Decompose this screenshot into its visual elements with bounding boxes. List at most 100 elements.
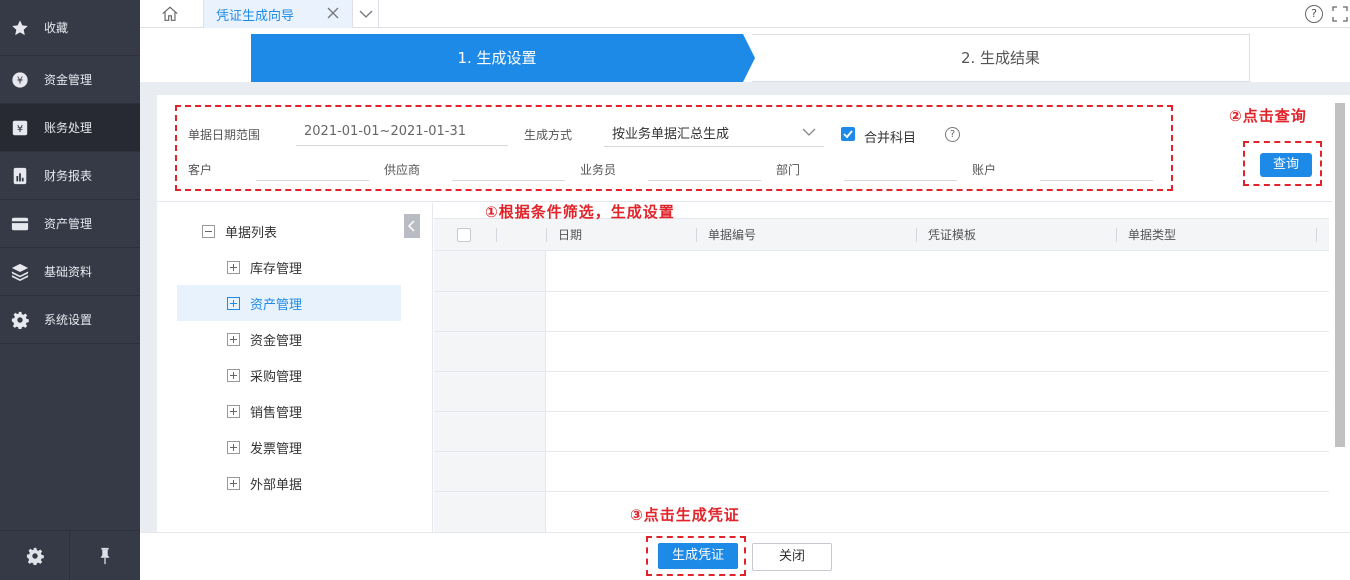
settings-button[interactable] [0, 531, 70, 580]
method-label: 生成方式 [524, 128, 573, 142]
expand-icon[interactable] [227, 260, 240, 274]
annotation-filter: ①根据条件筛选，生成设置 [485, 203, 675, 221]
scrollbar-thumb[interactable] [1335, 103, 1345, 447]
document-grid: 日期 单据编号 凭证模板 单据类型 ①根据条件筛选，生成设置 [434, 203, 1329, 532]
expand-icon[interactable] [227, 440, 240, 454]
salesperson-field[interactable] [648, 161, 761, 181]
home-button[interactable] [158, 4, 182, 24]
ledger-icon: ¥ [10, 118, 30, 138]
window-tools: ? [1290, 4, 1350, 24]
tree-item-label: 外部单据 [250, 477, 303, 493]
vertical-scrollbar[interactable] [1332, 95, 1350, 532]
sidebar-footer [0, 530, 140, 580]
column-header-date[interactable]: 日期 [546, 219, 582, 251]
merge-checkbox[interactable] [841, 127, 855, 141]
department-label: 部门 [776, 163, 801, 177]
sidebar-item-asset[interactable]: 资产管理 [0, 200, 140, 248]
step-label: 2. 生成结果 [960, 49, 1041, 67]
tree-item[interactable]: 资产管理 [177, 285, 401, 321]
customer-field[interactable] [256, 161, 369, 181]
tab-voucher-wizard[interactable]: 凭证生成向导 [203, 0, 353, 28]
date-range-label: 单据日期范围 [188, 128, 261, 142]
asset-icon [10, 214, 30, 234]
sidebar-item-favorites[interactable]: 收藏 [0, 0, 140, 56]
tree-root[interactable]: 单据列表 [202, 213, 426, 249]
annotation-generate: ③点击生成凭证 [630, 506, 740, 524]
tree-root-label: 单据列表 [225, 225, 278, 241]
table-row [434, 451, 1329, 452]
fullscreen-icon[interactable] [1332, 6, 1348, 22]
account-label: 账户 [972, 163, 997, 177]
expand-icon[interactable] [227, 476, 240, 490]
svg-text:¥: ¥ [17, 75, 23, 86]
tree-item[interactable]: 采购管理 [177, 357, 401, 393]
tree-item-label: 资产管理 [250, 297, 303, 313]
merge-label: 合并科目 [864, 131, 917, 146]
table-row [434, 331, 1329, 332]
supplier-field[interactable] [452, 161, 565, 181]
step-label: 1. 生成设置 [457, 49, 537, 67]
sidebar-item-label: 资金管理 [44, 73, 93, 87]
home-icon [162, 6, 178, 21]
date-range-field[interactable]: 2021-01-01~2021-01-31 [296, 124, 508, 146]
tree-item-label: 库存管理 [250, 261, 303, 277]
expand-icon[interactable] [227, 296, 240, 310]
supplier-label: 供应商 [384, 163, 421, 177]
sidebar-item-fund[interactable]: ¥ 资金管理 [0, 56, 140, 104]
table-row [434, 371, 1329, 372]
annotation-query: ②点击查询 [1229, 107, 1307, 125]
column-header-type[interactable]: 单据类型 [1116, 219, 1176, 251]
column-header-template[interactable]: 凭证模板 [916, 219, 976, 251]
tree-item-label: 发票管理 [250, 441, 303, 457]
tab-dropdown-button[interactable] [353, 0, 379, 28]
gear-icon [10, 310, 30, 330]
layers-icon [10, 262, 30, 282]
tree-item-label: 销售管理 [250, 405, 303, 421]
select-all-checkbox[interactable] [457, 228, 471, 242]
report-icon [10, 166, 30, 186]
tree-item[interactable]: 库存管理 [177, 249, 401, 285]
expand-icon[interactable] [227, 368, 240, 382]
account-field[interactable] [1040, 161, 1153, 181]
sidebar-item-label: 财务报表 [44, 169, 93, 183]
sidebar-item-label: 基础资料 [44, 265, 93, 279]
tree-item[interactable]: 外部单据 [177, 465, 401, 501]
help-icon[interactable]: ? [1305, 5, 1323, 23]
column-header-number[interactable]: 单据编号 [696, 219, 756, 251]
collapse-icon[interactable] [202, 224, 215, 238]
wizard-steps: 1. 生成设置 2. 生成结果 [140, 28, 1350, 82]
chevron-down-icon [802, 128, 816, 136]
sidebar-item-report[interactable]: 财务报表 [0, 152, 140, 200]
sidebar: 收藏 ¥ 资金管理 ¥ 账务处理 财务报表 资产管理 基础资料 系统设置 [0, 0, 140, 580]
sidebar-item-basic-data[interactable]: 基础资料 [0, 248, 140, 296]
pin-button[interactable] [70, 531, 140, 580]
help-icon[interactable]: ? [945, 127, 960, 142]
generate-voucher-button[interactable]: 生成凭证 [658, 543, 738, 569]
table-row [434, 411, 1329, 412]
grid-frozen-columns [434, 251, 546, 532]
tab-label: 凭证生成向导 [216, 8, 295, 24]
method-value: 按业务单据汇总生成 [612, 127, 730, 142]
customer-label: 客户 [188, 163, 213, 177]
sidebar-item-settings[interactable]: 系统设置 [0, 296, 140, 344]
filter-area: 单据日期范围 2021-01-01~2021-01-31 生成方式 按业务单据汇… [157, 95, 1332, 202]
sidebar-item-label: 系统设置 [44, 313, 93, 327]
query-button[interactable]: 查询 [1260, 153, 1312, 177]
department-field[interactable] [844, 161, 957, 181]
fund-icon: ¥ [10, 70, 30, 90]
pin-icon [100, 547, 110, 564]
method-select[interactable]: 按业务单据汇总生成 [604, 123, 824, 147]
close-button[interactable]: 关闭 [752, 543, 832, 571]
tree-item[interactable]: 销售管理 [177, 393, 401, 429]
tree-item[interactable]: 资金管理 [177, 321, 401, 357]
tab-bar: 凭证生成向导 ? [140, 0, 1350, 28]
tree-item[interactable]: 发票管理 [177, 429, 401, 465]
step-results[interactable]: 2. 生成结果 [752, 34, 1250, 82]
step-settings[interactable]: 1. 生成设置 [251, 34, 756, 82]
close-icon[interactable] [326, 6, 340, 20]
expand-icon[interactable] [227, 404, 240, 418]
expand-icon[interactable] [227, 332, 240, 346]
sidebar-item-ledger[interactable]: ¥ 账务处理 [0, 104, 140, 152]
collapse-tree-button[interactable] [404, 214, 420, 238]
sidebar-item-label: 资产管理 [44, 217, 93, 231]
